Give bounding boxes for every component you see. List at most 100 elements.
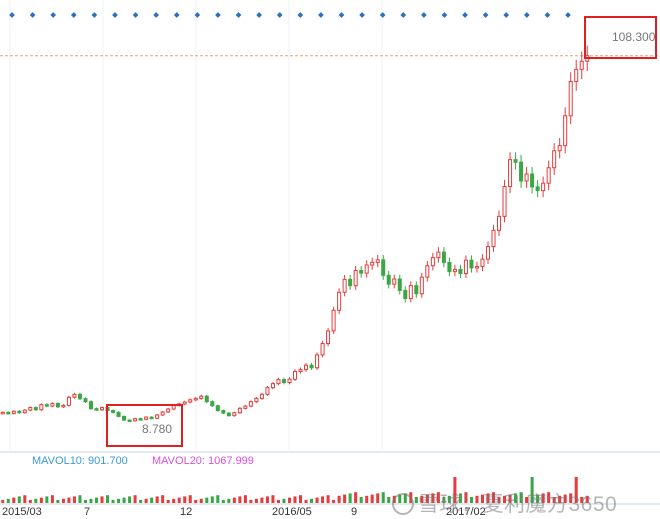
volume-bar	[128, 496, 132, 503]
candle-body	[414, 285, 419, 295]
volume-bar	[94, 497, 99, 503]
x-tick-label: 2015/03	[2, 506, 42, 518]
candle-body	[276, 379, 281, 385]
event-marker	[173, 12, 180, 18]
candle-body	[574, 68, 579, 83]
volume-bar	[83, 500, 87, 503]
volume-bar	[177, 497, 181, 503]
volume-bar	[117, 498, 121, 503]
volume-bar	[34, 498, 38, 503]
candle-body	[480, 258, 485, 267]
candle-body	[243, 405, 248, 409]
volume-bar	[199, 498, 203, 503]
volume-bar	[232, 497, 236, 503]
watermark: 雪球：夏利魔方3650	[392, 488, 617, 518]
volume-bar	[370, 494, 374, 503]
volume-bar	[172, 498, 176, 503]
high-price-annotation: 108.300	[612, 30, 656, 44]
volume-bar	[23, 495, 27, 503]
candle-body	[425, 265, 430, 278]
candle-body	[66, 396, 71, 406]
candle-body	[226, 412, 231, 417]
volume-bar	[298, 495, 303, 503]
candle-body	[254, 397, 259, 403]
candle-body	[72, 393, 77, 398]
candle-body	[381, 259, 386, 276]
volume-bar	[326, 495, 330, 503]
event-marker	[462, 12, 468, 18]
event-marker	[421, 12, 427, 18]
volume-bar	[348, 493, 352, 503]
candle-body	[419, 276, 424, 295]
event-marker	[503, 12, 510, 18]
candle-body	[579, 60, 584, 70]
volume-bar	[194, 500, 198, 503]
price-chart	[0, 0, 660, 505]
event-marker	[70, 12, 77, 18]
candle-body	[568, 81, 573, 117]
volume-bar	[304, 500, 308, 503]
candle-body	[210, 401, 215, 407]
candle-body	[552, 150, 557, 169]
volume-bar	[150, 497, 154, 503]
candle-body	[563, 115, 568, 147]
candle-body	[458, 268, 463, 274]
event-marker	[91, 12, 98, 18]
volume-bar	[6, 498, 10, 503]
volume-bar	[376, 493, 380, 503]
candle-body	[436, 251, 441, 259]
volume-bar	[343, 494, 347, 503]
candle-body	[199, 395, 204, 399]
volume-bar	[166, 500, 170, 503]
candle-body	[17, 410, 22, 414]
event-marker	[194, 12, 201, 18]
volume-bar	[315, 497, 319, 503]
x-tick-label: 12	[180, 506, 193, 518]
event-marker	[482, 12, 489, 18]
volume-bar	[381, 492, 385, 503]
volume-bar	[254, 498, 258, 503]
volume-bar	[67, 497, 71, 503]
candle-body	[519, 161, 524, 182]
volume-bar	[45, 496, 49, 503]
candle-body	[497, 215, 502, 231]
event-marker	[256, 12, 262, 18]
volume-bar	[139, 500, 143, 503]
candle-body	[326, 330, 331, 344]
candle-body	[485, 246, 491, 260]
volume-bar	[249, 500, 253, 503]
event-marker	[400, 12, 407, 18]
candle-body	[221, 410, 226, 414]
candle-body	[546, 167, 551, 184]
volume-bar	[188, 495, 192, 503]
low-price-annotation: 8.780	[142, 422, 173, 436]
event-marker	[544, 12, 551, 18]
volume-bar	[161, 495, 165, 503]
event-marker	[153, 12, 159, 18]
event-marker	[215, 12, 221, 18]
volume-bar	[337, 495, 341, 503]
candle-body	[447, 261, 452, 273]
candle-body	[375, 259, 380, 263]
candle-body	[215, 405, 220, 412]
volume-bar	[310, 498, 314, 503]
candle-body	[524, 173, 529, 182]
candle-body	[337, 291, 342, 311]
volume-bar	[89, 498, 93, 503]
candle-body	[530, 173, 535, 188]
candle-body	[370, 261, 375, 266]
volume-bar	[133, 495, 137, 503]
volume-bar	[243, 495, 247, 503]
candle-body	[403, 289, 408, 300]
candle-body	[397, 278, 402, 291]
volume-bar	[1, 500, 5, 503]
volume-bar	[12, 497, 16, 503]
candle-body	[188, 399, 193, 403]
volume-bar	[260, 497, 264, 503]
volume-bar	[359, 497, 363, 503]
volume-bar	[50, 495, 54, 503]
volume-bar	[155, 496, 159, 503]
event-marker	[132, 12, 139, 18]
candle-body	[99, 407, 105, 411]
volume-bar	[56, 500, 60, 503]
